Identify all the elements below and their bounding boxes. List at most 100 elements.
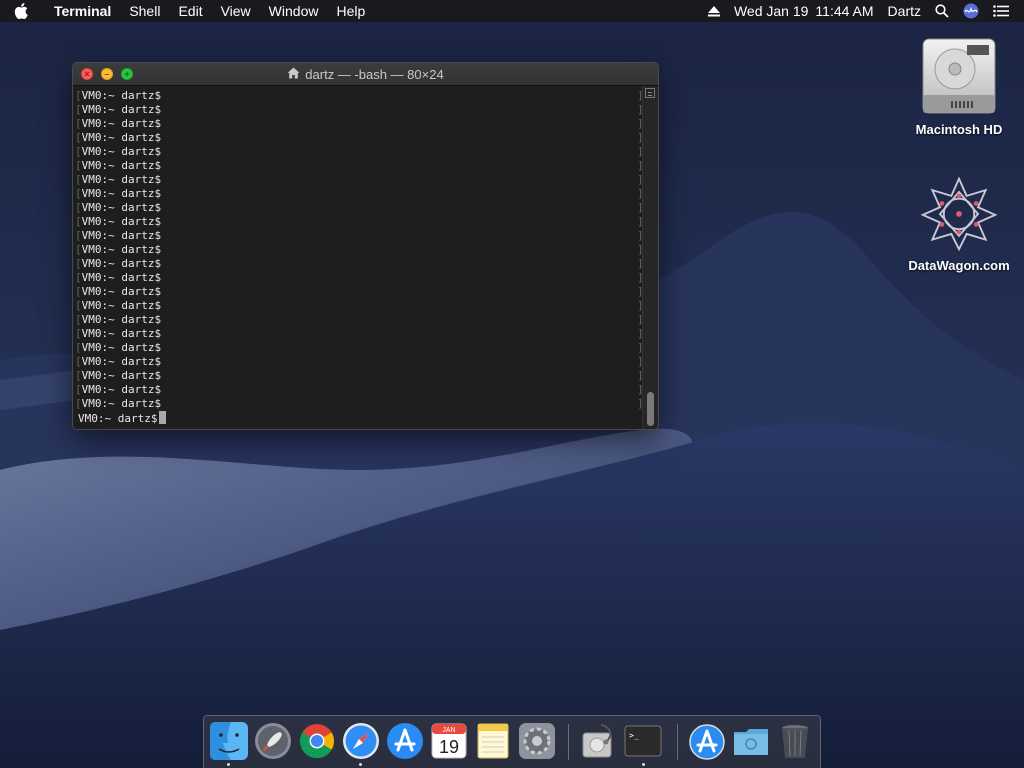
line-bracket-left: [	[75, 299, 82, 312]
dock-calendar[interactable]: JAN 19	[429, 721, 469, 761]
terminal-prompt: VM0:~ dartz$	[81, 299, 162, 312]
line-bracket-left: [	[75, 355, 82, 368]
menu-shell[interactable]: Shell	[120, 0, 169, 22]
scrollbar-thumb[interactable]	[647, 392, 654, 426]
terminal-line: [VM0:~ dartz$]	[75, 131, 644, 145]
app-store-icon	[387, 723, 423, 759]
desktop-icon-macintosh-hd[interactable]: Macintosh HD	[904, 32, 1014, 137]
line-bracket-left: [	[75, 117, 82, 130]
terminal-line: [VM0:~ dartz$]	[75, 299, 644, 313]
notes-icon	[477, 723, 509, 759]
line-bracket-left: [	[75, 243, 82, 256]
terminal-current-line[interactable]: VM0:~ dartz$	[75, 411, 642, 425]
dock-trash[interactable]	[775, 721, 815, 761]
safari-compass-icon	[343, 723, 379, 759]
desktop-icon-label: DataWagon.com	[908, 258, 1010, 273]
running-indicator	[359, 763, 362, 766]
terminal-prompt: VM0:~ dartz$	[81, 243, 162, 256]
dock-safari[interactable]	[341, 721, 381, 761]
terminal-prompt: VM0:~ dartz$	[81, 131, 162, 144]
line-bracket-left: [	[75, 271, 82, 284]
line-bracket-left: [	[75, 341, 82, 354]
terminal-icon: >_	[624, 725, 662, 757]
terminal-line: [VM0:~ dartz$]	[75, 159, 644, 173]
line-bracket-left: [	[75, 201, 82, 214]
line-bracket-left: [	[75, 89, 82, 102]
dock-chrome[interactable]	[297, 721, 337, 761]
terminal-prompt: VM0:~ dartz$	[81, 327, 162, 340]
line-bracket-left: [	[75, 285, 82, 298]
terminal-prompt: VM0:~ dartz$	[81, 201, 162, 214]
terminal-line: [VM0:~ dartz$]	[75, 369, 644, 383]
terminal-titlebar[interactable]: × – + dartz — -bash — 80×24	[73, 63, 658, 86]
terminal-prompt: VM0:~ dartz$	[81, 89, 162, 102]
terminal-line: [VM0:~ dartz$]	[75, 215, 644, 229]
dock: JAN 19 >_	[203, 715, 821, 768]
line-bracket-left: [	[75, 257, 82, 270]
notification-center-icon[interactable]	[986, 5, 1016, 17]
finder-icon	[210, 722, 248, 760]
terminal-window[interactable]: × – + dartz — -bash — 80×24 [VM0:~ dartz…	[72, 62, 659, 430]
text-cursor	[159, 411, 167, 424]
menu-window[interactable]: Window	[260, 0, 328, 22]
apple-menu-icon[interactable]	[14, 3, 38, 19]
dock-app-store[interactable]	[385, 721, 425, 761]
terminal-prompt: VM0:~ dartz$	[81, 117, 162, 130]
menu-edit[interactable]: Edit	[169, 0, 211, 22]
desktop-icon-datawagon[interactable]: DataWagon.com	[904, 168, 1014, 273]
terminal-prompt: VM0:~ dartz$	[81, 215, 162, 228]
line-bracket-left: [	[75, 173, 82, 186]
siri-icon[interactable]	[956, 3, 986, 19]
terminal-prompt: VM0:~ dartz$	[81, 397, 162, 410]
terminal-prompt: VM0:~ dartz$	[81, 341, 162, 354]
line-bracket-left: [	[75, 131, 82, 144]
menu-view[interactable]: View	[212, 0, 260, 22]
terminal-prompt: VM0:~ dartz$	[81, 257, 162, 270]
terminal-prompt: VM0:~ dartz$	[81, 173, 162, 186]
split-pane-icon[interactable]	[645, 88, 655, 98]
dock-notes[interactable]	[473, 721, 513, 761]
terminal-line: [VM0:~ dartz$]	[75, 355, 644, 369]
app-store-icon	[689, 724, 725, 760]
terminal-line: [VM0:~ dartz$]	[75, 117, 644, 131]
datawagon-logo-icon	[919, 168, 999, 258]
dock-downloads-folder[interactable]	[731, 721, 771, 761]
line-bracket-left: [	[75, 215, 82, 228]
terminal-prompt: VM0:~ dartz$	[81, 187, 162, 200]
line-bracket-left: [	[75, 327, 82, 340]
spotlight-search-icon[interactable]	[928, 4, 956, 18]
line-bracket-left: [	[75, 103, 82, 116]
eject-icon[interactable]	[701, 5, 727, 17]
line-bracket-left: [	[75, 313, 82, 326]
line-bracket-left: [	[75, 187, 82, 200]
terminal-line: [VM0:~ dartz$]	[75, 243, 644, 257]
calendar-month: JAN	[442, 727, 455, 734]
terminal-line: [VM0:~ dartz$]	[75, 285, 644, 299]
dock-terminal[interactable]: >_	[623, 721, 663, 761]
dock-separator	[677, 724, 678, 760]
terminal-prompt: VM0:~ dartz$	[81, 271, 162, 284]
dock-launchpad[interactable]	[253, 721, 293, 761]
dock-disk-utility[interactable]	[577, 721, 617, 761]
home-folder-icon	[287, 67, 300, 82]
line-bracket-left: [	[75, 145, 82, 158]
menubar-user[interactable]: Dartz	[881, 0, 928, 22]
terminal-prompt: VM0:~ dartz$	[81, 229, 162, 242]
line-bracket-left: [	[75, 369, 82, 382]
menu-help[interactable]: Help	[327, 0, 374, 22]
terminal-scrollbar[interactable]	[642, 86, 658, 429]
menu-app-terminal[interactable]: Terminal	[54, 0, 120, 22]
hard-drive-icon	[919, 32, 999, 122]
terminal-output[interactable]: [VM0:~ dartz$] [VM0:~ dartz$] [VM0:~ dartz…	[73, 86, 644, 429]
rocket-icon	[255, 723, 291, 759]
dock-system-preferences[interactable]	[517, 721, 557, 761]
terminal-prompt: VM0:~ dartz$	[78, 412, 158, 425]
terminal-line: [VM0:~ dartz$]	[75, 229, 644, 243]
menubar-time[interactable]: 11:44 AM	[815, 0, 880, 22]
dock-app-store-downloads[interactable]	[687, 721, 727, 761]
dock-finder[interactable]	[209, 721, 249, 761]
window-title: dartz — -bash — 80×24	[73, 67, 658, 82]
terminal-line: [VM0:~ dartz$]	[75, 383, 644, 397]
menubar-date[interactable]: Wed Jan 19	[727, 0, 815, 22]
line-bracket-left: [	[75, 159, 82, 172]
